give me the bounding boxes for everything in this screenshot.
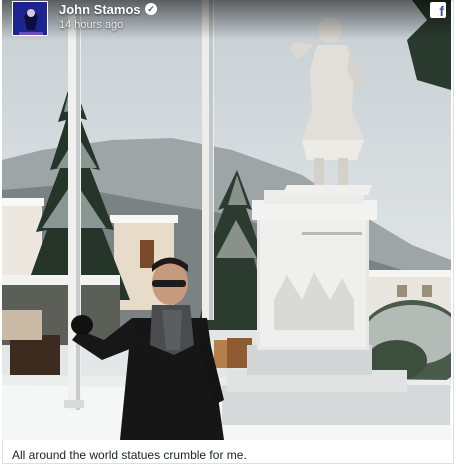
post-header: John Stamos ✓ 14 hours ago f bbox=[2, 0, 451, 40]
post-timestamp[interactable]: 14 hours ago bbox=[59, 19, 123, 31]
author-name[interactable]: John Stamos bbox=[59, 2, 141, 17]
avatar[interactable] bbox=[12, 1, 48, 36]
photo-scene bbox=[2, 0, 451, 440]
post-caption: All around the world statues crumble for… bbox=[12, 448, 247, 462]
avatar-image bbox=[13, 2, 47, 35]
verified-badge-icon: ✓ bbox=[145, 3, 157, 15]
facebook-icon[interactable]: f bbox=[430, 2, 446, 19]
post-photo[interactable] bbox=[2, 0, 451, 440]
